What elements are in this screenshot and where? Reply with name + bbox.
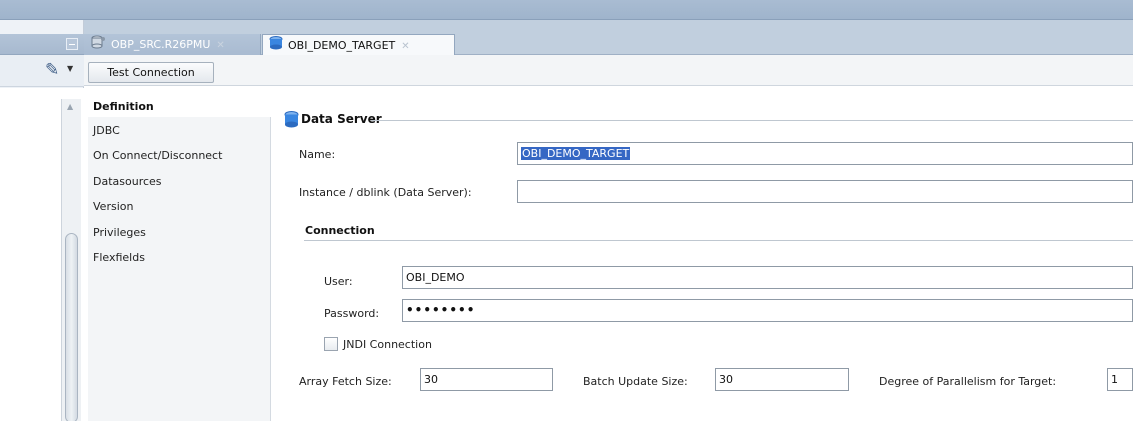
definition-form: Data Server Name: OBI_DEMO_TARGET Instan… bbox=[271, 97, 1133, 421]
nav-item-datasources[interactable]: Datasources bbox=[93, 172, 162, 192]
array-fetch-field[interactable]: 30 bbox=[420, 368, 553, 391]
editor-tab-bar: OBP_SRC.R26PMU ✕ OBI_DEMO_TARGET ✕ bbox=[84, 20, 1133, 56]
scrollbar-thumb[interactable] bbox=[65, 233, 78, 421]
user-field[interactable]: OBI_DEMO bbox=[402, 266, 1133, 289]
nav-item-privileges[interactable]: Privileges bbox=[93, 223, 146, 243]
parallelism-label: Degree of Parallelism for Target: bbox=[879, 375, 1057, 388]
left-panel-toolbar: ✎ ▼ bbox=[0, 55, 84, 87]
tab-label: OBP_SRC.R26PMU bbox=[111, 38, 211, 51]
password-field[interactable]: •••••••• bbox=[402, 299, 1133, 322]
property-nav: Definition JDBC On Connect/Disconnect Da… bbox=[88, 97, 271, 421]
close-icon[interactable]: ✕ bbox=[216, 40, 224, 51]
database-icon bbox=[269, 35, 283, 57]
name-label: Name: bbox=[299, 148, 336, 161]
divider bbox=[371, 120, 1133, 121]
model-tools-icon[interactable]: ✎ bbox=[45, 60, 59, 80]
section-title: Data Server bbox=[301, 112, 382, 126]
batch-update-label: Batch Update Size: bbox=[583, 375, 688, 388]
jndi-checkbox[interactable] bbox=[324, 337, 338, 351]
nav-item-on-connect-disconnect[interactable]: On Connect/Disconnect bbox=[93, 146, 222, 166]
editor-toolbar: Test Connection bbox=[84, 55, 1133, 86]
nav-item-definition[interactable]: Definition bbox=[88, 97, 271, 117]
nav-item-jdbc[interactable]: JDBC bbox=[93, 121, 120, 141]
parallelism-field[interactable]: 1 bbox=[1107, 368, 1133, 391]
tab-obp-src-r26pmu[interactable]: OBP_SRC.R26PMU ✕ bbox=[84, 34, 261, 55]
database-connection-icon bbox=[90, 35, 106, 56]
name-value: OBI_DEMO_TARGET bbox=[521, 147, 631, 160]
batch-update-field[interactable]: 30 bbox=[715, 368, 849, 391]
jndi-label: JNDI Connection bbox=[343, 338, 432, 351]
nav-item-version[interactable]: Version bbox=[93, 197, 133, 217]
divider bbox=[304, 240, 1133, 241]
test-connection-button[interactable]: Test Connection bbox=[88, 62, 214, 83]
database-icon bbox=[284, 111, 299, 131]
tab-label: OBI_DEMO_TARGET bbox=[288, 39, 396, 52]
connection-title: Connection bbox=[305, 224, 375, 237]
minimize-panel-button[interactable] bbox=[66, 38, 78, 50]
instance-label: Instance / dblink (Data Server): bbox=[299, 186, 472, 199]
array-fetch-label: Array Fetch Size: bbox=[299, 375, 392, 388]
password-label: Password: bbox=[324, 307, 380, 320]
scroll-up-icon[interactable]: ▲ bbox=[67, 102, 73, 111]
window-top-strip bbox=[0, 0, 1133, 20]
tab-obi-demo-target[interactable]: OBI_DEMO_TARGET ✕ bbox=[262, 34, 455, 56]
left-panel-header bbox=[0, 34, 84, 55]
close-icon[interactable]: ✕ bbox=[401, 41, 409, 52]
chevron-down-icon[interactable]: ▼ bbox=[67, 64, 73, 73]
instance-field[interactable] bbox=[517, 180, 1133, 203]
nav-item-flexfields[interactable]: Flexfields bbox=[93, 248, 145, 268]
name-field[interactable]: OBI_DEMO_TARGET bbox=[517, 142, 1133, 165]
user-label: User: bbox=[324, 275, 353, 288]
navigator-scrollbar[interactable]: ▲ bbox=[61, 99, 81, 421]
